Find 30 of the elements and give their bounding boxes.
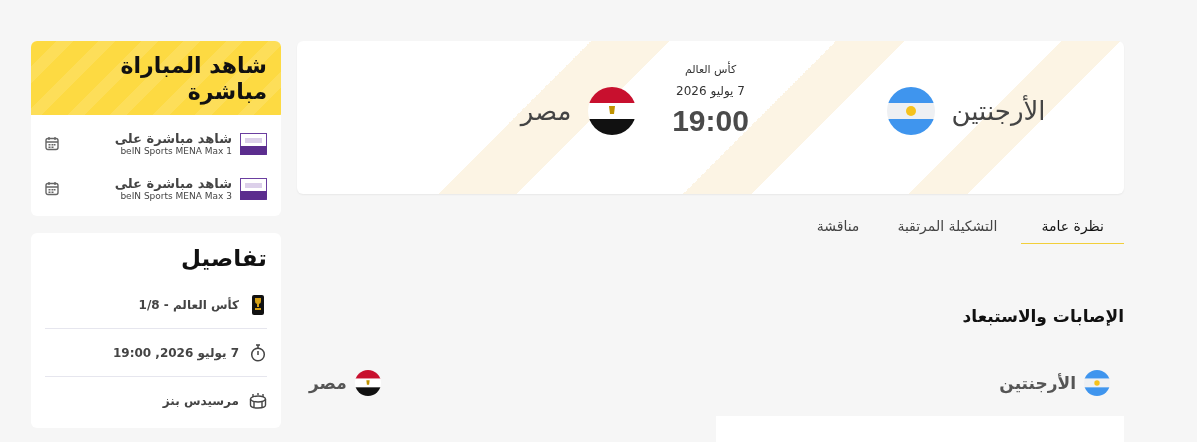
card-title: تفاصيل	[180, 245, 267, 271]
trophy-icon	[252, 294, 264, 315]
channel-name: beIN Sports MENA Max 3	[119, 191, 232, 201]
stopwatch-icon	[250, 343, 266, 362]
tab[interactable]: نظرة عامة	[1021, 208, 1124, 244]
section-title: الإصابات والاستبعاد	[961, 306, 1124, 326]
tab[interactable]: التشكيلة المرتقبة	[883, 208, 1012, 244]
detail-text: 7 يوليو 2026, 19:00	[112, 345, 239, 360]
match-date: 7 يوليو 2026	[676, 84, 745, 98]
detail-text: مرسيدس بنز	[162, 393, 239, 408]
calendar-icon	[45, 136, 59, 151]
team-name[interactable]: الأرجنتين	[951, 96, 1046, 126]
stadium-icon	[249, 392, 267, 409]
card-title: شاهد المباراة مباشرة	[119, 53, 267, 105]
detail-text: كأس العالم - 1/8	[138, 297, 239, 312]
tab[interactable]: مناقشة	[802, 208, 874, 244]
match-time: 19:00	[672, 104, 749, 138]
channel-logo	[240, 177, 267, 200]
calendar-icon	[45, 181, 59, 196]
channel-name: beIN Sports MENA Max 1	[119, 146, 232, 156]
channel-logo	[240, 132, 267, 155]
watch-label: شاهد مباشرة على	[113, 176, 232, 191]
flag-icon	[1084, 370, 1110, 396]
team-name: الأرجنتين	[999, 373, 1076, 393]
flag-icon	[354, 370, 381, 396]
watch-label: شاهد مباشرة على	[113, 131, 232, 146]
flag-icon	[887, 87, 936, 135]
team-name[interactable]: مصر	[520, 96, 572, 126]
flag-icon	[587, 87, 636, 135]
team-name: مصر	[309, 373, 347, 393]
